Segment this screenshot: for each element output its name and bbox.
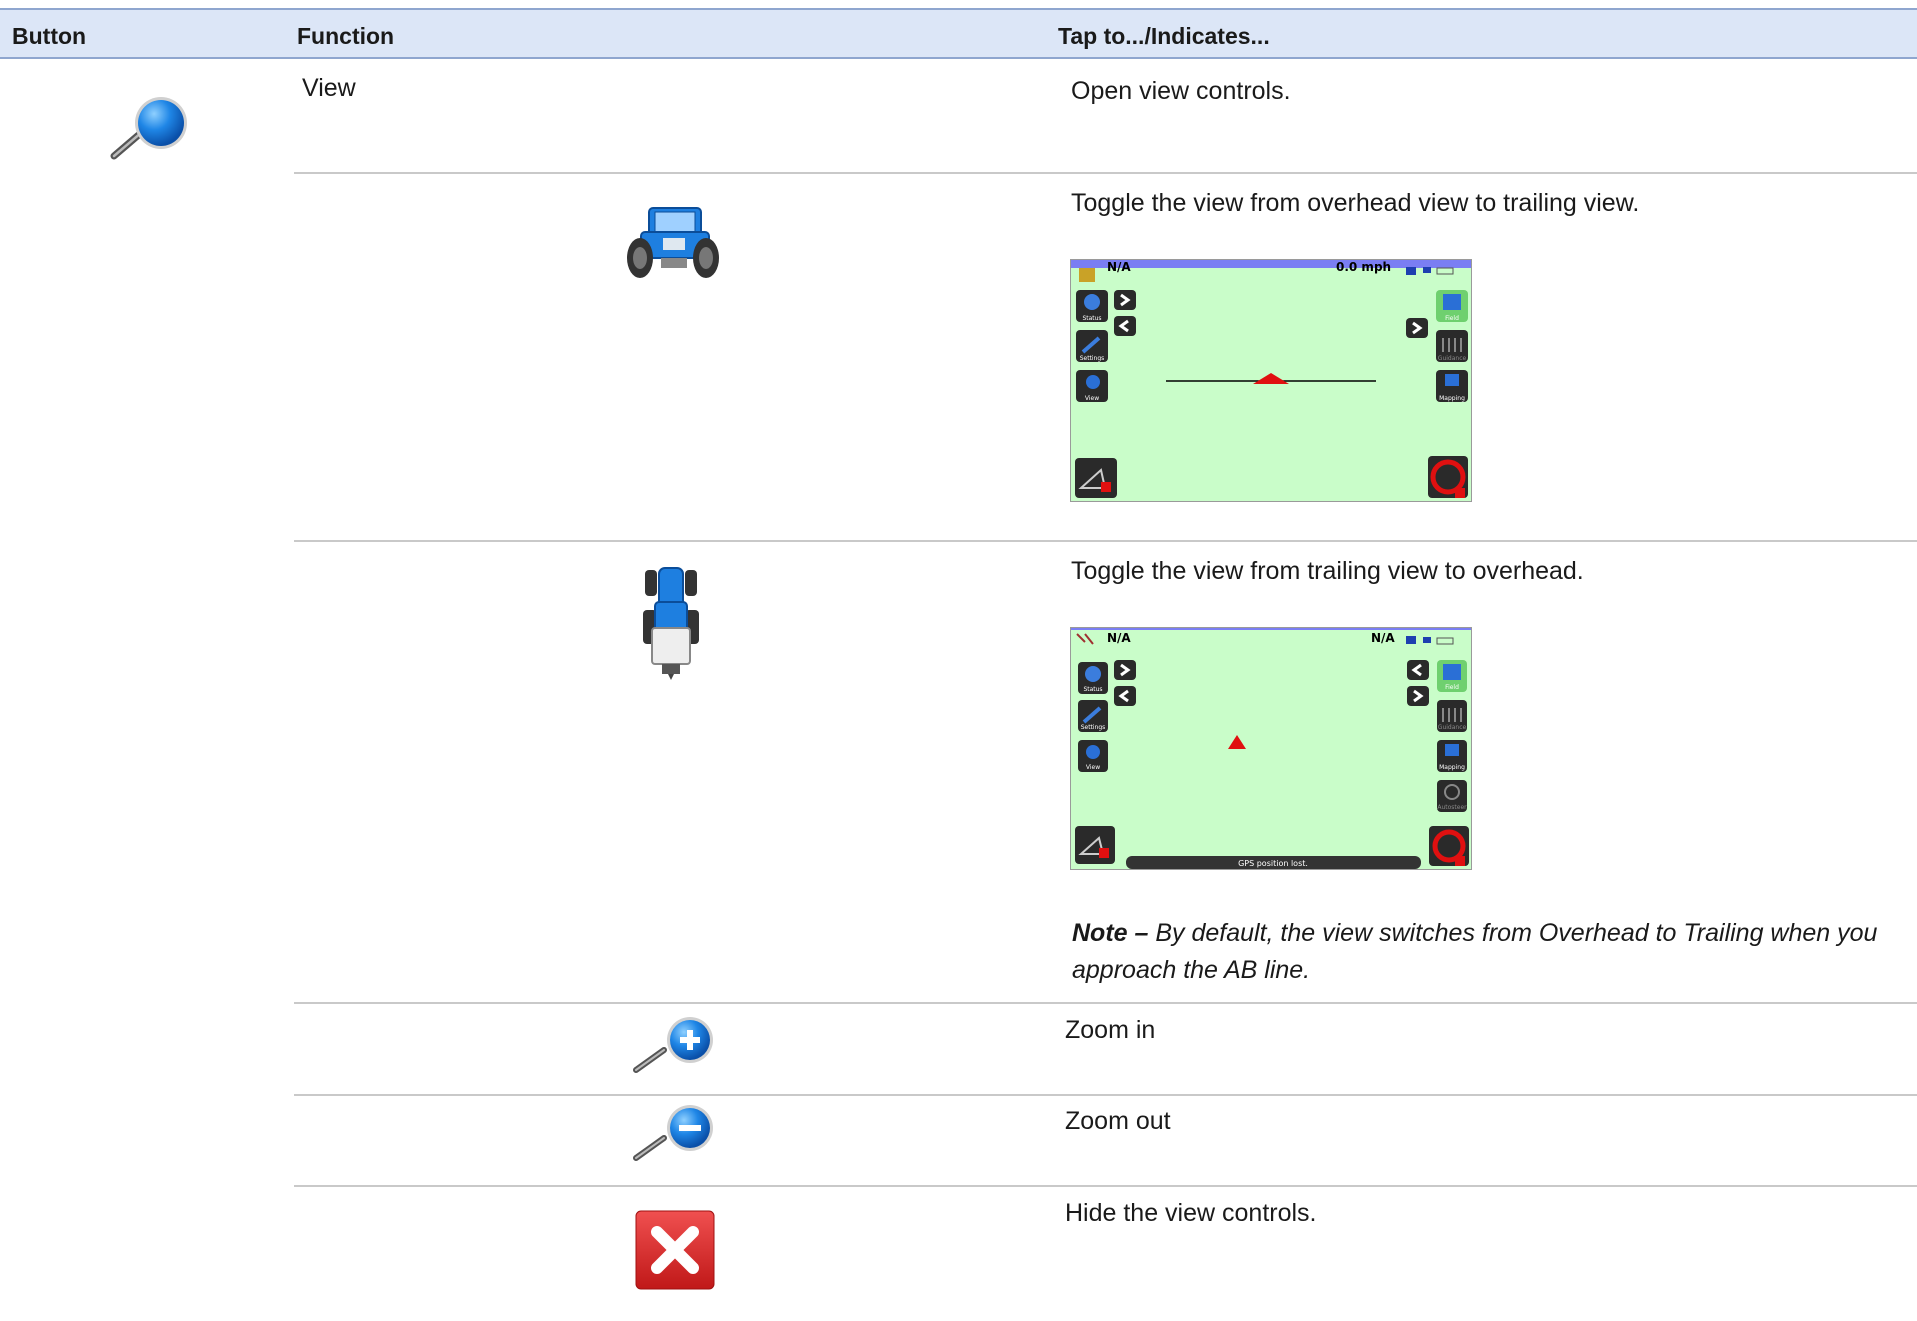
- screen-speed: 0.0 mph: [1336, 260, 1391, 274]
- screen-gps-message: GPS position lost.: [1238, 859, 1308, 868]
- screen-mapping-label: Mapping: [1439, 395, 1465, 402]
- screen-settings-label: Settings: [1081, 724, 1106, 731]
- overhead-view-screenshot: N/A N/A Status Settings View Field Guida…: [1070, 627, 1472, 870]
- row-description: Hide the view controls.: [1065, 1199, 1317, 1227]
- screen-field-label: Field: [1445, 315, 1459, 322]
- header-tap: Tap to.../Indicates...: [1058, 23, 1270, 49]
- row-description: Zoom in: [1065, 1016, 1156, 1044]
- tractor-trailing-icon[interactable]: [623, 202, 723, 284]
- row-divider: [294, 540, 1917, 542]
- screen-autosteer-label: Autosteer: [1437, 804, 1467, 811]
- trailing-view-screenshot: N/A 0.0 mph Status Settings View Field G…: [1070, 259, 1472, 502]
- note-label: Note –: [1072, 919, 1149, 947]
- screen-status-na: N/A: [1107, 631, 1131, 645]
- header-button: Button: [12, 23, 87, 49]
- note: Note – By default, the view switches fro…: [1072, 915, 1912, 989]
- row-divider: [294, 1094, 1917, 1096]
- row-divider: [294, 172, 1917, 174]
- screen-guidance-label: Guidance: [1438, 355, 1467, 362]
- note-text: By default, the view switches from Overh…: [1072, 919, 1878, 984]
- screen-view-label: View: [1086, 764, 1100, 771]
- row-divider: [294, 1002, 1917, 1004]
- magnifier-icon[interactable]: [106, 92, 196, 164]
- close-icon[interactable]: [635, 1210, 715, 1290]
- screen-field-label: Field: [1445, 684, 1459, 691]
- header-function: Function: [297, 23, 395, 49]
- function-view: View: [302, 74, 356, 102]
- screen-status-na-right: N/A: [1371, 631, 1395, 645]
- row-description: Toggle the view from trailing view to ov…: [1071, 557, 1584, 585]
- row-divider: [294, 1185, 1917, 1187]
- zoom-out-icon[interactable]: [630, 1102, 720, 1162]
- zoom-in-icon[interactable]: [630, 1016, 720, 1076]
- row-description: Toggle the view from overhead view to tr…: [1071, 189, 1640, 217]
- tractor-overhead-icon[interactable]: [642, 566, 700, 680]
- screen-status-na: N/A: [1107, 260, 1131, 274]
- screen-status-label: Status: [1083, 686, 1102, 693]
- screen-view-label: View: [1085, 395, 1099, 402]
- screen-status-label: Status: [1082, 315, 1101, 322]
- row-description: Open view controls.: [1071, 77, 1291, 105]
- row-description: Zoom out: [1065, 1107, 1171, 1135]
- table-header: Button Function Tap to.../Indicates...: [0, 8, 1917, 59]
- screen-guidance-label: Guidance: [1438, 724, 1467, 731]
- screen-settings-label: Settings: [1080, 355, 1105, 362]
- screen-mapping-label: Mapping: [1439, 764, 1465, 771]
